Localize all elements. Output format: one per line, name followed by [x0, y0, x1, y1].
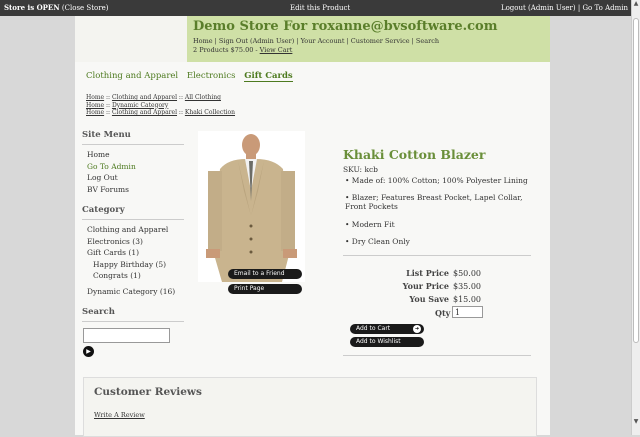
top-right-links: Logout (Admin User) | Go To Admin — [501, 0, 628, 16]
scroll-up-icon[interactable]: ▲ — [632, 0, 640, 7]
breadcrumb-sep: :: — [104, 101, 112, 109]
you-save-row: You Save $15.00 — [371, 294, 481, 304]
breadcrumb: Home :: Clothing and Apparel :: All Clot… — [86, 94, 235, 117]
blazer-photo-icon — [198, 131, 305, 282]
admin-top-bar: Store is OPEN (Close Store) Edit this Pr… — [0, 0, 632, 16]
header-links[interactable]: Home | Sign Out (Admin User) | Your Acco… — [193, 37, 439, 45]
breadcrumb-home[interactable]: Home — [86, 109, 104, 116]
store-page: Demo Store For roxanne@bvsoftware.com Ho… — [75, 16, 550, 437]
scroll-down-icon[interactable]: ▼ — [632, 418, 640, 425]
cart-summary-text: 2 Products $75.00 - — [193, 46, 260, 54]
add-to-wishlist-button[interactable]: Add to Wishlist — [350, 337, 424, 347]
go-to-admin-link[interactable]: Go To Admin — [582, 4, 628, 12]
arrow-right-icon: ➜ — [413, 325, 421, 333]
sidebar-item-congrats[interactable]: Congrats (1) — [82, 270, 184, 282]
search-heading: Search — [82, 307, 184, 322]
logout-link[interactable]: Logout (Admin User) — [501, 4, 576, 12]
breadcrumb-all-clothing[interactable]: All Clothing — [185, 94, 221, 101]
quantity-input[interactable]: 1 — [452, 306, 483, 318]
qty-label: Qty — [435, 308, 451, 318]
add-to-cart-button[interactable]: Add to Cart ➜ — [350, 324, 424, 334]
you-save-label: You Save — [409, 294, 449, 304]
close-store-link[interactable]: (Close Store) — [62, 4, 109, 12]
sidebar-item-log-out[interactable]: Log Out — [82, 172, 184, 184]
your-price-label: Your Price — [402, 281, 449, 291]
sidebar-item-electronics[interactable]: Electronics (3) — [82, 236, 184, 248]
list-price-label: List Price — [406, 268, 449, 278]
category-heading: Category — [82, 205, 184, 220]
breadcrumb-clothing[interactable]: Clothing and Apparel — [112, 109, 177, 116]
you-save-value: $15.00 — [453, 295, 481, 304]
breadcrumb-home[interactable]: Home — [86, 94, 104, 101]
sidebar-item-gift-cards[interactable]: Gift Cards (1) — [82, 247, 184, 259]
your-price-value: $35.00 — [453, 282, 481, 291]
product-image — [198, 131, 305, 282]
breadcrumb-line: Home :: Dynamic Category — [86, 102, 235, 110]
product-feature: • Modern Fit — [345, 220, 395, 229]
vertical-scrollbar[interactable]: ▲ ▼ — [631, 0, 640, 435]
product-feature: • Made of: 100% Cotton; 100% Polyester L… — [345, 176, 528, 185]
store-status-text: Store is OPEN — [4, 3, 60, 12]
list-price-row: List Price $50.00 — [371, 268, 481, 278]
breadcrumb-sep: :: — [177, 94, 185, 101]
tab-clothing[interactable]: Clothing and Apparel — [86, 71, 178, 81]
topbar-separator: | — [577, 4, 581, 12]
store-status: Store is OPEN (Close Store) — [4, 0, 108, 16]
your-price-row: Your Price $35.00 — [371, 281, 481, 291]
divider — [343, 255, 531, 256]
product-sku: SKU: kcb — [343, 165, 378, 174]
sidebar-item-happy-birthday[interactable]: Happy Birthday (5) — [82, 259, 184, 271]
view-cart-link[interactable]: View Cart — [260, 46, 293, 54]
list-price-value: $50.00 — [453, 269, 481, 278]
breadcrumb-clothing[interactable]: Clothing and Apparel — [112, 94, 177, 101]
divider — [343, 355, 531, 356]
tab-electronics[interactable]: Electronics — [187, 71, 236, 81]
product-feature: • Dry Clean Only — [345, 237, 410, 246]
write-review-link[interactable]: Write A Review — [94, 411, 145, 419]
site-menu-heading: Site Menu — [82, 130, 184, 145]
breadcrumb-home[interactable]: Home — [86, 102, 104, 109]
sidebar-item-go-to-admin[interactable]: Go To Admin — [82, 161, 184, 173]
scrollbar-thumb[interactable] — [633, 18, 639, 343]
header-logo-area — [75, 16, 187, 62]
category-tabs: Clothing and Apparel Electronics Gift Ca… — [86, 71, 299, 82]
sidebar-item-dynamic-category[interactable]: Dynamic Category (16) — [82, 286, 184, 298]
breadcrumb-sep: :: — [104, 94, 112, 101]
customer-reviews-section: Customer Reviews Write A Review — [83, 377, 537, 437]
print-page-button[interactable]: Print Page — [228, 284, 302, 294]
tab-gift-cards[interactable]: Gift Cards — [244, 71, 293, 82]
breadcrumb-sep: :: — [104, 109, 112, 116]
edit-product-link[interactable]: Edit this Product — [290, 0, 350, 16]
breadcrumb-line: Home :: Clothing and Apparel :: Khaki Co… — [86, 109, 235, 117]
product-feature: • Blazer; Features Breast Pocket, Lapel … — [345, 193, 523, 211]
store-header: Demo Store For roxanne@bvsoftware.com Ho… — [187, 16, 550, 62]
store-title[interactable]: Demo Store For roxanne@bvsoftware.com — [193, 19, 497, 34]
search-input[interactable] — [83, 328, 170, 343]
search-go-icon[interactable]: ▶ — [83, 346, 94, 357]
breadcrumb-khaki[interactable]: Khaki Collection — [185, 109, 235, 116]
reviews-heading: Customer Reviews — [94, 386, 202, 398]
breadcrumb-dynamic[interactable]: Dynamic Category — [112, 102, 168, 109]
add-to-cart-label: Add to Cart — [356, 325, 391, 332]
breadcrumb-sep: :: — [177, 109, 185, 116]
sidebar-item-home[interactable]: Home — [82, 149, 184, 161]
breadcrumb-line: Home :: Clothing and Apparel :: All Clot… — [86, 94, 235, 102]
product-title: Khaki Cotton Blazer — [343, 147, 486, 162]
cart-summary: 2 Products $75.00 - View Cart — [193, 46, 292, 54]
email-friend-button[interactable]: Email to a Friend — [228, 269, 302, 279]
sidebar: Site Menu Home Go To Admin Log Out BV Fo… — [82, 130, 184, 357]
sidebar-item-clothing[interactable]: Clothing and Apparel — [82, 224, 184, 236]
sidebar-item-bv-forums[interactable]: BV Forums — [82, 184, 184, 196]
